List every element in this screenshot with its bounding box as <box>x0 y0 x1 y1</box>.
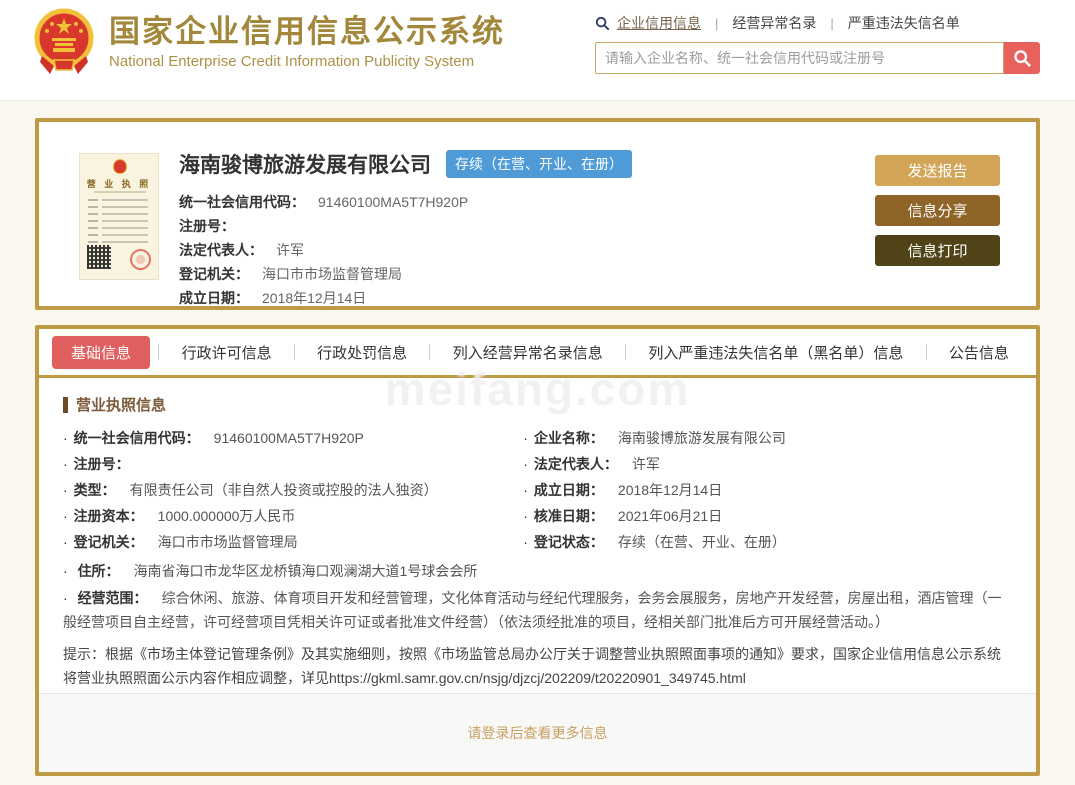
business-license-thumbnail: 营 业 执 照 <box>79 153 159 280</box>
license-fields-grid: 统一社会信用代码：91460100MA5T7H920P 注册号： 类型：有限责任… <box>63 429 1012 559</box>
tab-announcements[interactable]: 公告信息 <box>935 336 1023 369</box>
license-text-lines <box>88 199 152 248</box>
search-button[interactable] <box>1004 42 1040 74</box>
login-prompt: 请登录后查看更多信息 <box>39 694 1036 772</box>
field-business-scope: 经营范围：综合休闲、旅游、体育项目开发和经营管理，文化体育活动与经纪代理服务，会… <box>63 586 1012 634</box>
card-field-founding-date: 成立日期： 2018年12月14日 <box>179 290 367 306</box>
license-info-section: 营业执照信息 统一社会信用代码：91460100MA5T7H920P 注册号： … <box>39 378 1036 693</box>
header-search-area: 企业信用信息 | 经营异常名录 | 严重违法失信名单 <box>595 13 1045 74</box>
tab-administrative-penalty[interactable]: 行政处罚信息 <box>303 336 421 369</box>
field-address: 住所：海南省海口市龙华区龙桥镇海口观澜湖大道1号球会会所 <box>63 559 1012 583</box>
nav-separator: | <box>715 15 719 31</box>
tab-blacklist[interactable]: 列入严重违法失信名单（黑名单）信息 <box>634 336 917 369</box>
field-reg-number: 注册号： <box>63 455 523 481</box>
tab-separator <box>925 344 927 360</box>
nav-link-serious-violations[interactable]: 严重违法失信名单 <box>848 13 960 33</box>
field-registry: 登记机关：海口市市场监督管理局 <box>63 533 523 559</box>
tab-separator <box>625 344 627 360</box>
field-credit-code: 统一社会信用代码：91460100MA5T7H920P <box>63 429 523 455</box>
license-thumb-title: 营 业 执 照 <box>86 179 152 189</box>
field-approval-date: 核准日期：2021年06月21日 <box>523 507 1012 533</box>
card-field-legal-rep: 法定代表人： 许军 <box>179 242 304 258</box>
company-details: 海南骏博旅游发展有限公司 存续（在营、开业、在册） 统一社会信用代码： 91460… <box>179 149 632 310</box>
status-badge: 存续（在营、开业、在册） <box>446 150 632 178</box>
card-field-reg-number: 注册号： <box>179 218 235 234</box>
section-bar-icon <box>63 396 68 413</box>
field-company-type: 类型：有限责任公司（非自然人投资或控股的法人独资） <box>63 481 523 507</box>
national-emblem-icon <box>34 8 94 74</box>
company-name: 海南骏博旅游发展有限公司 <box>179 154 431 177</box>
site-subtitle: National Enterprise Credit Information P… <box>109 53 475 70</box>
license-qr-code <box>87 245 111 269</box>
send-report-button[interactable]: 发送报告 <box>875 155 1000 186</box>
license-red-stamp-icon <box>130 249 151 270</box>
section-header: 营业执照信息 <box>63 394 1012 415</box>
nav-link-enterprise-credit[interactable]: 企业信用信息 <box>617 13 701 33</box>
tab-separator <box>429 344 431 360</box>
card-action-buttons: 发送报告 信息分享 信息打印 <box>875 155 1000 266</box>
license-decoration-line <box>94 191 146 193</box>
card-field-credit-code: 统一社会信用代码： 91460100MA5T7H920P <box>179 194 469 210</box>
site-title: 国家企业信用信息公示系统 <box>109 14 505 49</box>
search-type-nav: 企业信用信息 | 经营异常名录 | 严重违法失信名单 <box>595 13 1045 33</box>
tab-abnormal-operations-list[interactable]: 列入经营异常名录信息 <box>439 336 617 369</box>
nav-separator: | <box>830 15 834 31</box>
site-header: 国家企业信用信息公示系统 National Enterprise Credit … <box>0 0 1075 101</box>
print-info-button[interactable]: 信息打印 <box>875 235 1000 266</box>
search-icon <box>595 16 610 30</box>
field-founding-date: 成立日期：2018年12月14日 <box>523 481 1012 507</box>
field-registration-status: 登记状态：存续（在营、开业、在册） <box>523 533 1012 559</box>
tab-separator <box>158 344 160 360</box>
card-field-registry: 登记机关： 海口市市场监督管理局 <box>179 266 402 282</box>
tab-basic-info[interactable]: 基础信息 <box>52 335 151 369</box>
search-bar <box>595 42 1045 74</box>
detail-panel: 基础信息 行政许可信息 行政处罚信息 列入经营异常名录信息 列入严重违法失信名单… <box>35 325 1040 776</box>
company-summary-card: 营 业 执 照 海南骏博旅游发展有限公司 存续（在营、开业、在册） 统一社会信用… <box>35 118 1040 310</box>
search-input[interactable] <box>595 42 1004 74</box>
logo-area: 国家企业信用信息公示系统 National Enterprise Credit … <box>32 8 505 76</box>
section-title: 营业执照信息 <box>76 397 167 414</box>
tab-bar: 基础信息 行政许可信息 行政处罚信息 列入经营异常名录信息 列入严重违法失信名单… <box>39 329 1036 375</box>
tab-separator <box>293 344 295 360</box>
field-registered-capital: 注册资本：1000.000000万人民币 <box>63 507 523 533</box>
site-titles: 国家企业信用信息公示系统 National Enterprise Credit … <box>109 14 505 70</box>
field-company-name: 企业名称：海南骏博旅游发展有限公司 <box>523 429 1012 455</box>
field-legal-rep: 法定代表人：许军 <box>523 455 1012 481</box>
magnifier-icon <box>1013 49 1031 67</box>
share-info-button[interactable]: 信息分享 <box>875 195 1000 226</box>
license-emblem-icon <box>113 159 127 174</box>
license-adjustment-notice: 提示：根据《市场主体登记管理条例》及其实施细则，按照《市场监管总局办公厅关于调整… <box>63 646 1001 686</box>
tab-administrative-licensing[interactable]: 行政许可信息 <box>168 336 286 369</box>
nav-link-abnormal-operations[interactable]: 经营异常名录 <box>732 13 816 33</box>
